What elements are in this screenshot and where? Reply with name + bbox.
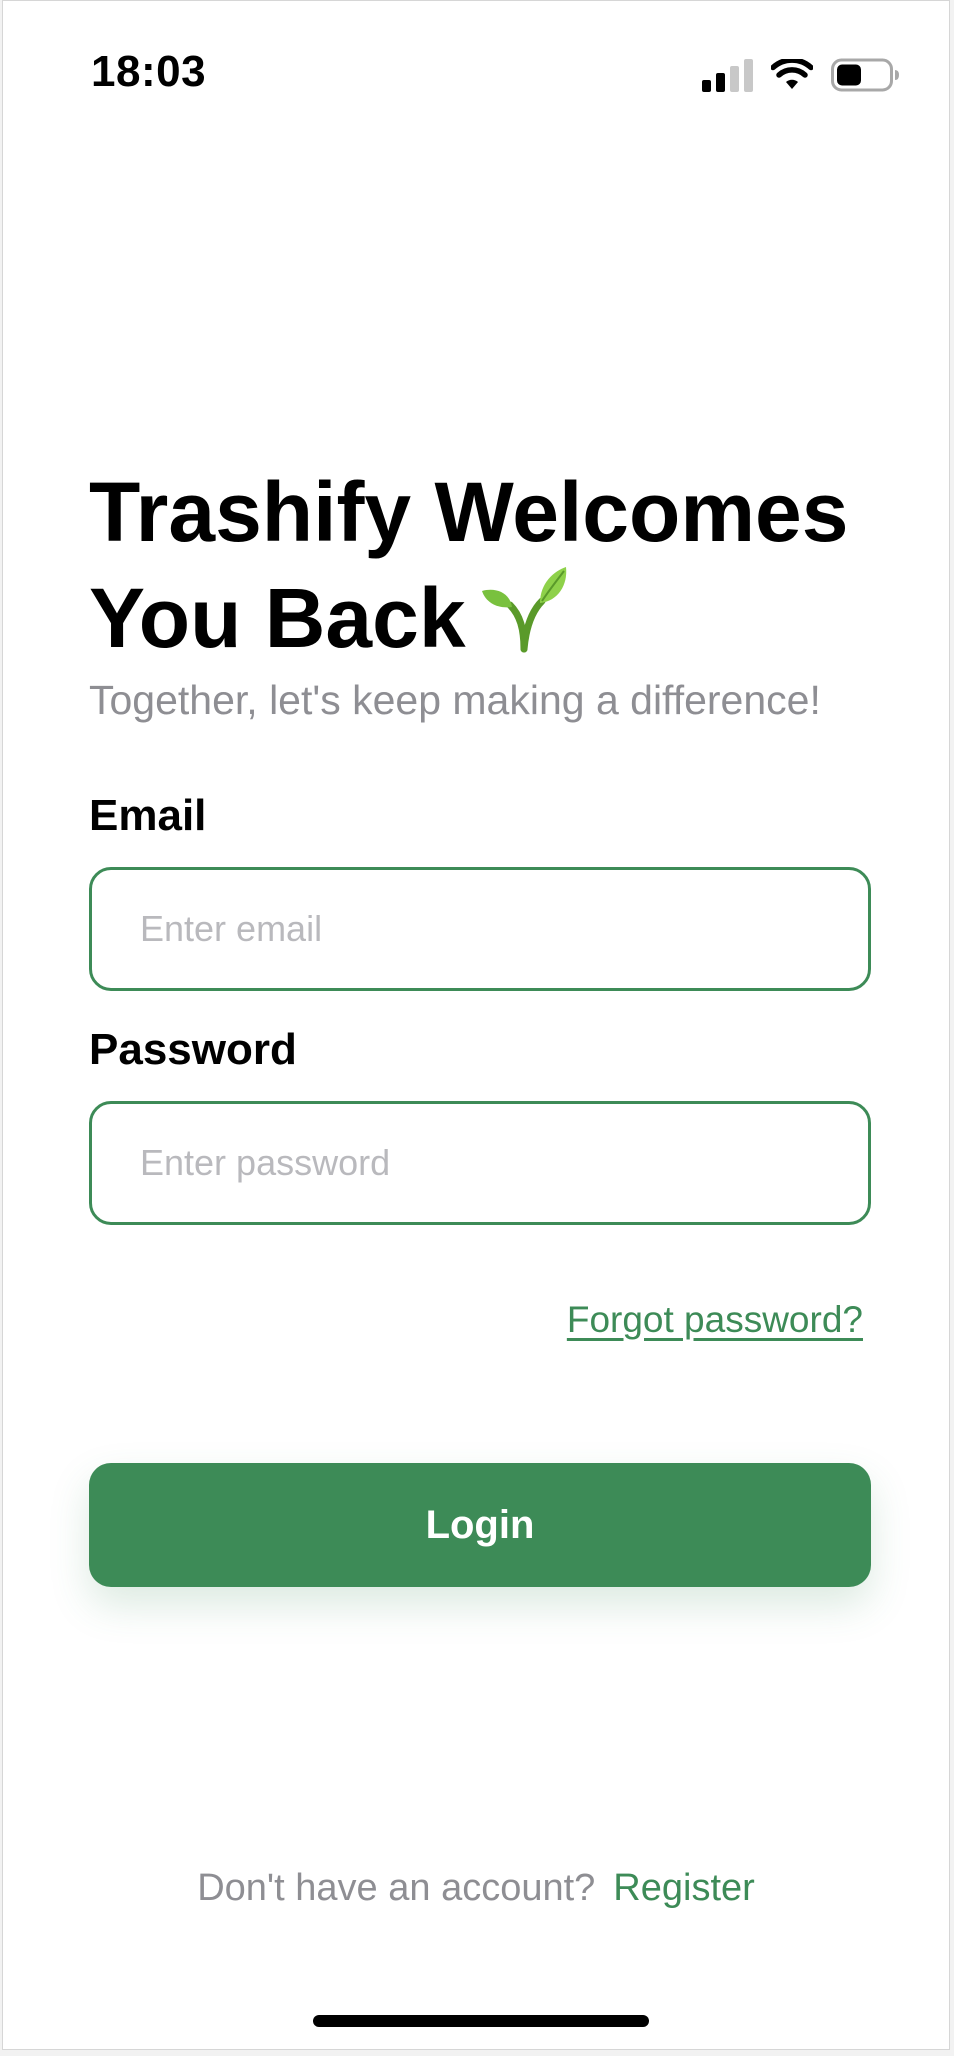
seedling-icon	[480, 565, 568, 677]
forgot-password-link[interactable]: Forgot password?	[567, 1299, 863, 1341]
cellular-signal-icon	[702, 58, 753, 92]
register-link[interactable]: Register	[613, 1867, 755, 1909]
battery-icon	[831, 58, 899, 92]
password-label: Password	[89, 1025, 297, 1074]
status-time: 18:03	[91, 47, 207, 96]
page-title: Trashify Welcomes You Back	[89, 459, 909, 677]
login-button[interactable]: Login	[89, 1463, 871, 1587]
register-prompt: Don't have an account? Register	[3, 1867, 949, 1910]
status-icons	[702, 53, 901, 97]
wifi-icon	[771, 59, 813, 89]
register-prompt-text: Don't have an account?	[197, 1867, 596, 1909]
title-line-2: You Back	[89, 571, 466, 665]
title-line-1: Trashify Welcomes	[89, 465, 849, 559]
email-input[interactable]	[89, 867, 871, 991]
email-label: Email	[89, 791, 207, 840]
home-indicator[interactable]	[313, 2015, 649, 2027]
password-input[interactable]	[89, 1101, 871, 1225]
subtitle: Together, let's keep making a difference…	[89, 677, 821, 723]
phone-screen: 18:03 Trashify Welcomes You Back Togethe…	[2, 0, 950, 2050]
